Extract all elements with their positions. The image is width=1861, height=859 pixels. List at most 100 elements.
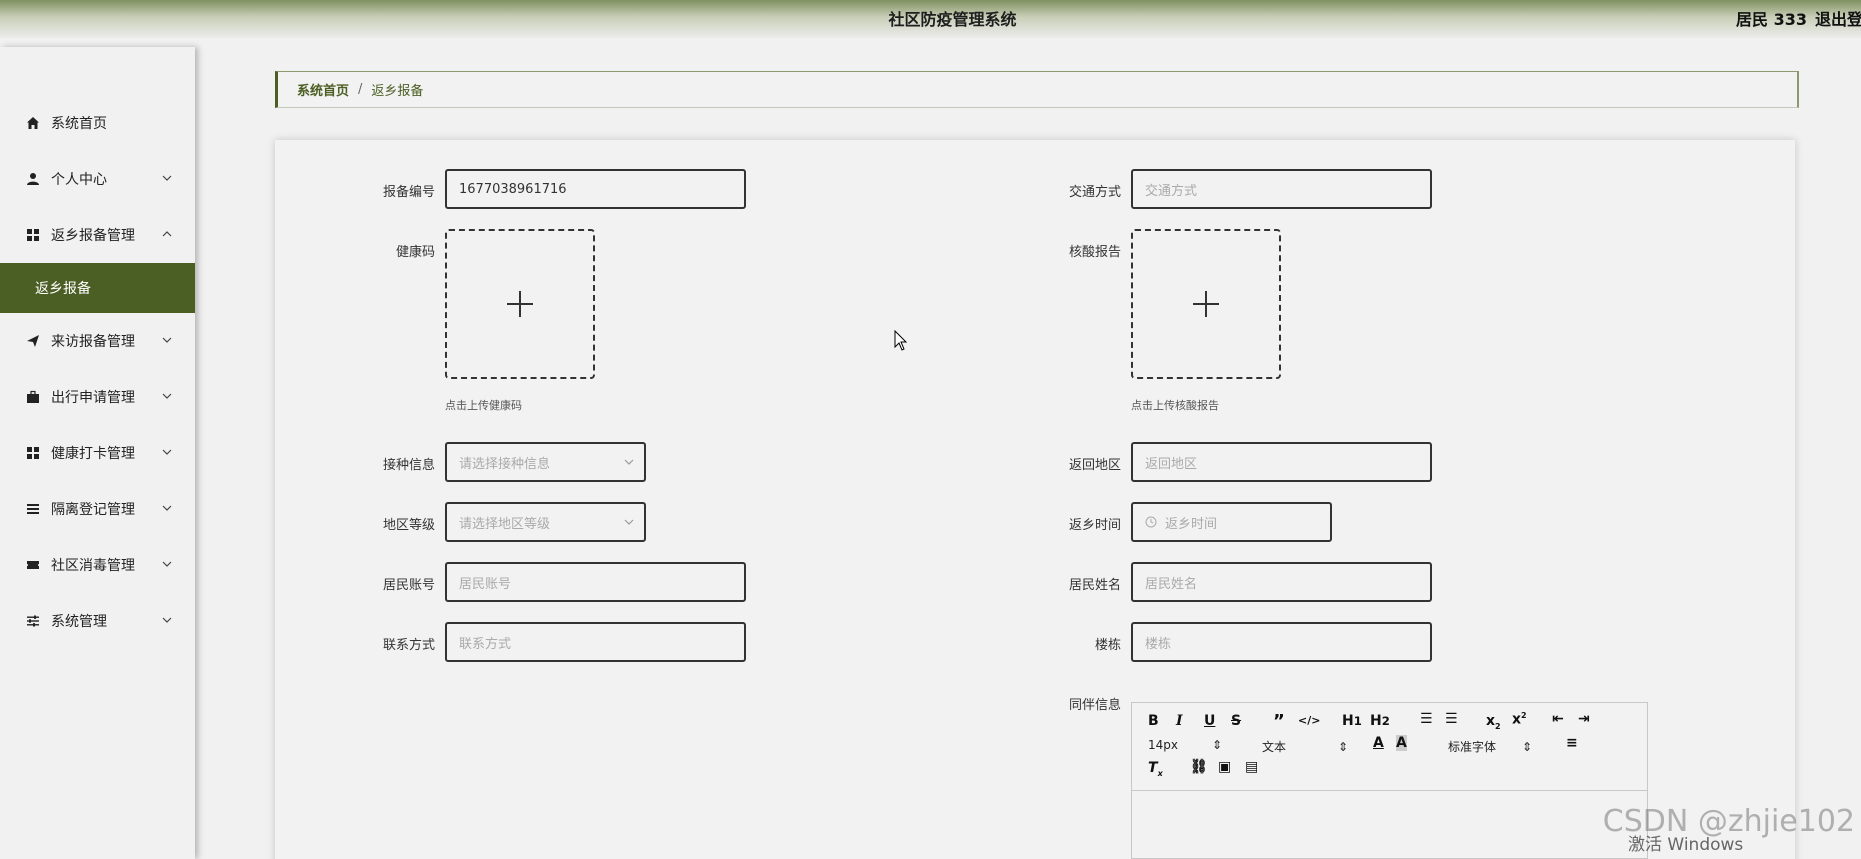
clock-icon	[1145, 516, 1157, 528]
bullet-list-button[interactable]: ☰	[1445, 711, 1458, 727]
companion-label: 同伴信息	[1068, 698, 1121, 713]
h2-button[interactable]: H2	[1370, 713, 1390, 729]
health-code-label: 健康码	[395, 245, 435, 260]
font-color-button[interactable]: A	[1373, 735, 1384, 751]
breadcrumb: 系统首页 / 返乡报备	[275, 71, 1799, 108]
sidebar-item-label: 个人中心	[51, 172, 107, 188]
sidebar-item-quarantine[interactable]: 隔离登记管理	[0, 481, 195, 537]
sidebar: 系统首页 个人中心 返乡报备管理 返乡报备 来访报备管理 出行申请管理 健康打卡…	[0, 47, 195, 859]
resident-name-input[interactable]: 居民姓名	[1131, 562, 1432, 602]
grid-icon	[25, 445, 41, 461]
sidebar-item-profile[interactable]: 个人中心	[0, 151, 195, 207]
align-button[interactable]: ≡	[1566, 735, 1578, 751]
sidebar-item-label: 返乡报备管理	[51, 228, 135, 244]
font-size-select[interactable]: 14px ⇕	[1148, 738, 1222, 752]
sidebar-item-visit-report[interactable]: 来访报备管理	[0, 313, 195, 369]
health-code-hint: 点击上传健康码	[445, 399, 522, 412]
font-family-select[interactable]: 标准字体 ⇕	[1448, 738, 1532, 755]
chevron-down-icon	[624, 459, 634, 465]
clear-format-button[interactable]: Tx	[1148, 760, 1163, 778]
chevron-down-icon	[162, 175, 172, 181]
sidebar-item-return-report[interactable]: 返乡报备管理	[0, 207, 195, 263]
block-type-value: 文本	[1262, 740, 1287, 754]
ordered-list-button[interactable]: ☰	[1420, 711, 1433, 727]
list-icon	[25, 501, 41, 517]
sidebar-item-travel-apply[interactable]: 出行申请管理	[0, 369, 195, 425]
video-icon[interactable]: ▤	[1245, 759, 1258, 775]
sidebar-item-label: 出行申请管理	[51, 390, 135, 406]
sliders-icon	[25, 613, 41, 629]
user-area: 居民 333 退出登录	[1736, 6, 1861, 30]
region-level-select-placeholder: 请选择地区等级	[459, 516, 551, 532]
chevron-down-icon	[162, 505, 172, 511]
resident-name-label: 居民姓名	[1068, 578, 1121, 593]
grid-icon	[25, 227, 41, 243]
breadcrumb-current: 返乡报备	[371, 84, 424, 99]
sidebar-item-health-checkin[interactable]: 健康打卡管理	[0, 425, 195, 481]
italic-button[interactable]: I	[1176, 713, 1183, 729]
sidebar-subitem-return-report[interactable]: 返乡报备	[0, 263, 195, 313]
sidebar-item-label: 社区消毒管理	[51, 558, 135, 574]
nucleic-report-label: 核酸报告	[1068, 245, 1121, 260]
link-icon[interactable]: ⛓	[1190, 759, 1208, 775]
editor-toolbar: B I U S ” </> H1 H2 ☰ ☰ x2 x2 ⇤ ⇥ 14px ⇕ …	[1132, 703, 1647, 791]
chevron-down-icon	[162, 617, 172, 623]
building-input[interactable]: 楼栋	[1131, 622, 1432, 662]
plus-icon	[507, 291, 533, 317]
sidebar-item-label: 来访报备管理	[51, 334, 135, 350]
building-label: 楼栋	[1094, 638, 1121, 653]
transport-input[interactable]: 交通方式	[1131, 169, 1432, 209]
sidebar-item-disinfection[interactable]: 社区消毒管理	[0, 537, 195, 593]
resident-account-label: 居民账号	[382, 578, 435, 593]
home-icon	[25, 115, 41, 131]
font-size-value: 14px	[1148, 738, 1178, 752]
sidebar-item-label: 隔离登记管理	[51, 502, 135, 518]
region-level-select[interactable]: 请选择地区等级	[445, 502, 646, 542]
h1-button[interactable]: H1	[1342, 713, 1362, 729]
sidebar-item-label: 健康打卡管理	[51, 446, 135, 462]
health-code-upload[interactable]	[445, 229, 595, 379]
sidebar-item-system[interactable]: 系统管理	[0, 593, 195, 649]
subscript-button[interactable]: x2	[1486, 713, 1501, 731]
chevron-down-icon	[162, 337, 172, 343]
bold-button[interactable]: B	[1148, 713, 1159, 729]
nucleic-report-upload[interactable]	[1131, 229, 1281, 379]
strike-button[interactable]: S	[1231, 713, 1241, 729]
chevron-down-icon	[624, 519, 634, 525]
vaccine-select-placeholder: 请选择接种信息	[459, 456, 551, 472]
plus-icon	[1193, 291, 1219, 317]
indent-button[interactable]: ⇥	[1578, 711, 1590, 727]
return-time-picker[interactable]: 返乡时间	[1131, 502, 1332, 542]
return-time-label: 返乡时间	[1068, 518, 1121, 533]
return-region-input[interactable]: 返回地区	[1131, 442, 1432, 482]
chevron-down-icon	[162, 561, 172, 567]
sidebar-item-label: 系统首页	[51, 116, 107, 132]
image-icon[interactable]: ▣	[1218, 759, 1231, 775]
top-header: 社区防疫管理系统 居民 333 退出登录	[0, 0, 1861, 38]
blockquote-button[interactable]: ”	[1273, 711, 1285, 732]
sidebar-item-home[interactable]: 系统首页	[0, 95, 195, 151]
briefcase-icon	[25, 389, 41, 405]
block-type-select[interactable]: 文本 ⇕	[1262, 738, 1348, 755]
ticket-icon	[25, 557, 41, 573]
breadcrumb-home[interactable]: 系统首页	[297, 80, 349, 99]
underline-button[interactable]: U	[1204, 713, 1215, 729]
logout-link[interactable]: 退出登录	[1815, 10, 1861, 29]
background-color-button[interactable]: A	[1396, 735, 1407, 751]
code-button[interactable]: </>	[1298, 714, 1320, 727]
chevron-up-icon	[162, 231, 172, 237]
report-no-input[interactable]: 1677038961716	[445, 169, 746, 209]
outdent-button[interactable]: ⇤	[1552, 711, 1564, 727]
resident-account-input[interactable]: 居民账号	[445, 562, 746, 602]
vaccine-select[interactable]: 请选择接种信息	[445, 442, 646, 482]
breadcrumb-separator: /	[358, 82, 363, 97]
region-level-label: 地区等级	[382, 518, 435, 533]
report-no-label: 报备编号	[382, 185, 435, 200]
contact-input[interactable]: 联系方式	[445, 622, 746, 662]
superscript-button[interactable]: x2	[1512, 711, 1527, 728]
vaccine-label: 接种信息	[382, 458, 435, 473]
transport-label: 交通方式	[1068, 185, 1121, 200]
sidebar-item-label: 系统管理	[51, 614, 107, 630]
send-icon	[25, 333, 41, 349]
chevron-down-icon	[162, 449, 172, 455]
